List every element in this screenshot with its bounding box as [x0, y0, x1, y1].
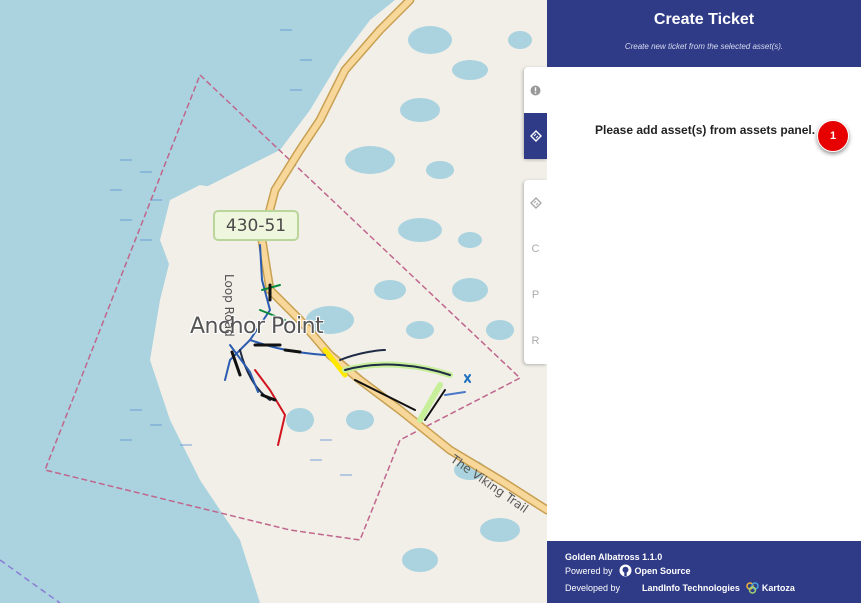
info-tab[interactable] [524, 67, 547, 113]
landinfo-link[interactable]: LandInfo Technologies [642, 583, 740, 593]
map-view[interactable]: Anchor Point 430-51 Loop Road The Viking… [0, 0, 547, 603]
developed-by-label: Developed by [565, 582, 621, 593]
open-source-link[interactable]: Open Source [635, 566, 691, 576]
create-ticket-panel: Create Ticket Create new ticket from the… [547, 0, 861, 603]
road-label: Loop Road [222, 274, 236, 337]
powered-by-line: Powered by Open Source [565, 564, 691, 577]
tab-c-label: C [531, 243, 540, 255]
empty-assets-message: Please add asset(s) from assets panel. [595, 123, 816, 137]
github-icon [619, 564, 632, 577]
powered-by-label: Powered by [565, 565, 613, 576]
route-shield: 430-51 [213, 210, 299, 241]
town-label: Anchor Point [190, 314, 324, 339]
tab-r[interactable]: R [524, 318, 547, 364]
tickets-tab[interactable] [524, 180, 547, 226]
app-version-text: Golden Albatross 1.1.0 [565, 552, 663, 562]
panel-tabs-bottom: C P R [524, 180, 547, 364]
notification-badge[interactable]: 1 [817, 120, 849, 152]
app-window: Anchor Point 430-51 Loop Road The Viking… [0, 0, 861, 603]
kartoza-link[interactable]: Kartoza [762, 583, 795, 593]
tab-p[interactable]: P [524, 272, 547, 318]
panel-subtitle: Create new ticket from the selected asse… [624, 42, 784, 51]
tab-p-label: P [531, 289, 540, 301]
ticket-icon [529, 197, 542, 209]
create-ticket-tab[interactable] [524, 113, 547, 159]
app-version: Golden Albatross 1.1.0 [565, 552, 662, 562]
tab-c[interactable]: C [524, 226, 547, 272]
panel-title: Create Ticket [653, 11, 755, 28]
info-icon [530, 85, 541, 95]
tab-r-label: R [531, 335, 540, 347]
panel-tabs-top [524, 67, 547, 159]
panel-footer: Golden Albatross 1.1.0 Powered by Open S… [547, 541, 861, 603]
kartoza-logo-icon [746, 582, 759, 594]
developed-by-line: Developed by LandInfo Technologies Karto… [565, 581, 795, 594]
panel-header: Create Ticket Create new ticket from the… [547, 0, 861, 67]
map-canvas[interactable] [0, 0, 547, 603]
landinfo-logo-icon [631, 582, 635, 593]
ticket-icon [529, 130, 542, 142]
